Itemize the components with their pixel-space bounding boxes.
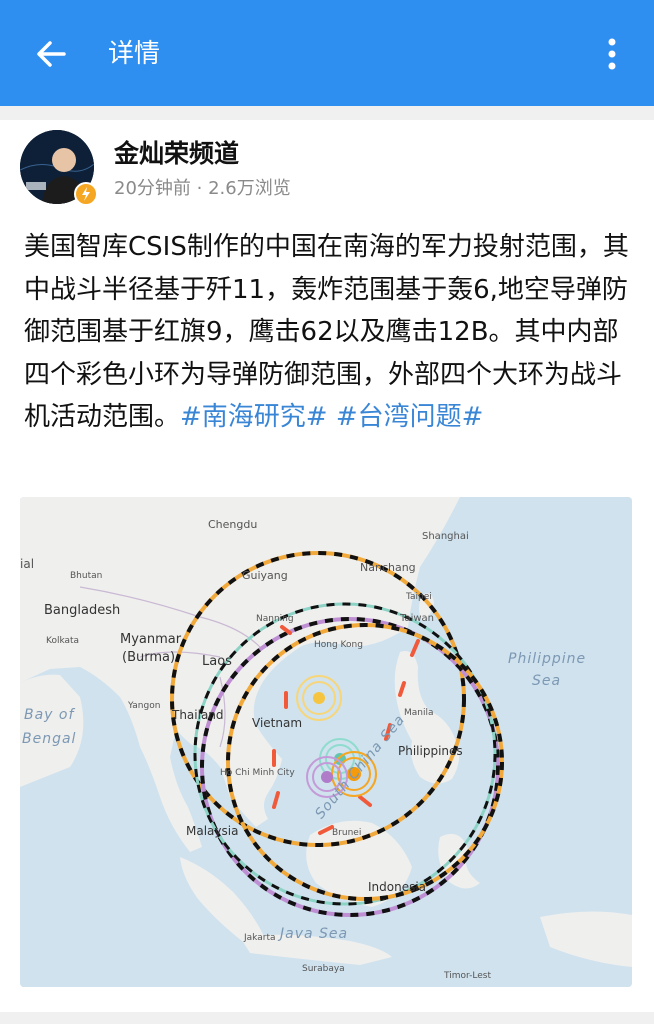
map-label: ial: [20, 557, 34, 571]
post-meta: 20分钟前 · 2.6万浏览: [114, 178, 291, 199]
map-label: Brunei: [332, 828, 361, 838]
map-label: Bengal: [22, 731, 76, 747]
map-image: Chengdu Guiyang Nanchang Shanghai ial Bh…: [20, 497, 632, 987]
map-label: Hong Kong: [314, 640, 363, 650]
map-label: Thailand: [171, 708, 224, 722]
divider: [0, 106, 654, 120]
divider: [0, 1012, 654, 1024]
map-label: Timor-Lest: [443, 971, 491, 981]
map-label: Laos: [202, 654, 232, 669]
arrow-left-icon[interactable]: [30, 32, 74, 76]
map-label: Bhutan: [70, 571, 102, 581]
map-label: Indonesia: [368, 880, 426, 894]
author-name[interactable]: 金灿荣频道: [114, 134, 239, 170]
map-label: Shanghai: [422, 531, 469, 542]
map-label: Surabaya: [302, 964, 345, 974]
hashtag-link[interactable]: #台湾问题#: [336, 402, 484, 432]
map-label: Chengdu: [208, 518, 257, 531]
map-label: Bay of: [24, 707, 75, 723]
map-label: Nanchang: [360, 561, 416, 574]
hashtag-link[interactable]: #南海研究#: [180, 402, 328, 432]
map-label: Sea: [532, 673, 561, 689]
map-label: Taipei: [405, 592, 432, 602]
post-body: 美国智库CSIS制作的中国在南海的军力投射范围，其中战斗半径基于歼11，轰炸范围…: [24, 226, 634, 439]
map-label: Malaysia: [186, 824, 238, 838]
map-label: Bangladesh: [44, 603, 120, 618]
map-label: Myanmar: [120, 632, 182, 647]
map-label: Ho Chi Minh City: [220, 768, 295, 778]
app-bar: 详情: [0, 0, 654, 106]
page-title: 详情: [108, 39, 161, 69]
map-label: Philippine: [508, 651, 586, 667]
verified-badge-icon: [74, 182, 98, 206]
map-label: Nanning: [256, 614, 294, 624]
map-label: Jakarta: [243, 933, 275, 943]
map-label: Kolkata: [46, 636, 79, 646]
map-label: Taiwan: [399, 613, 434, 624]
more-vertical-icon[interactable]: [598, 34, 626, 74]
map-label: Guiyang: [242, 569, 288, 582]
map-label: Java Sea: [277, 926, 348, 942]
map-label: Vietnam: [252, 716, 302, 730]
map-label: (Burma): [122, 650, 175, 665]
map-label: Manila: [404, 708, 434, 718]
map-label: Yangon: [127, 701, 160, 711]
map-label: Philippines: [398, 744, 463, 758]
